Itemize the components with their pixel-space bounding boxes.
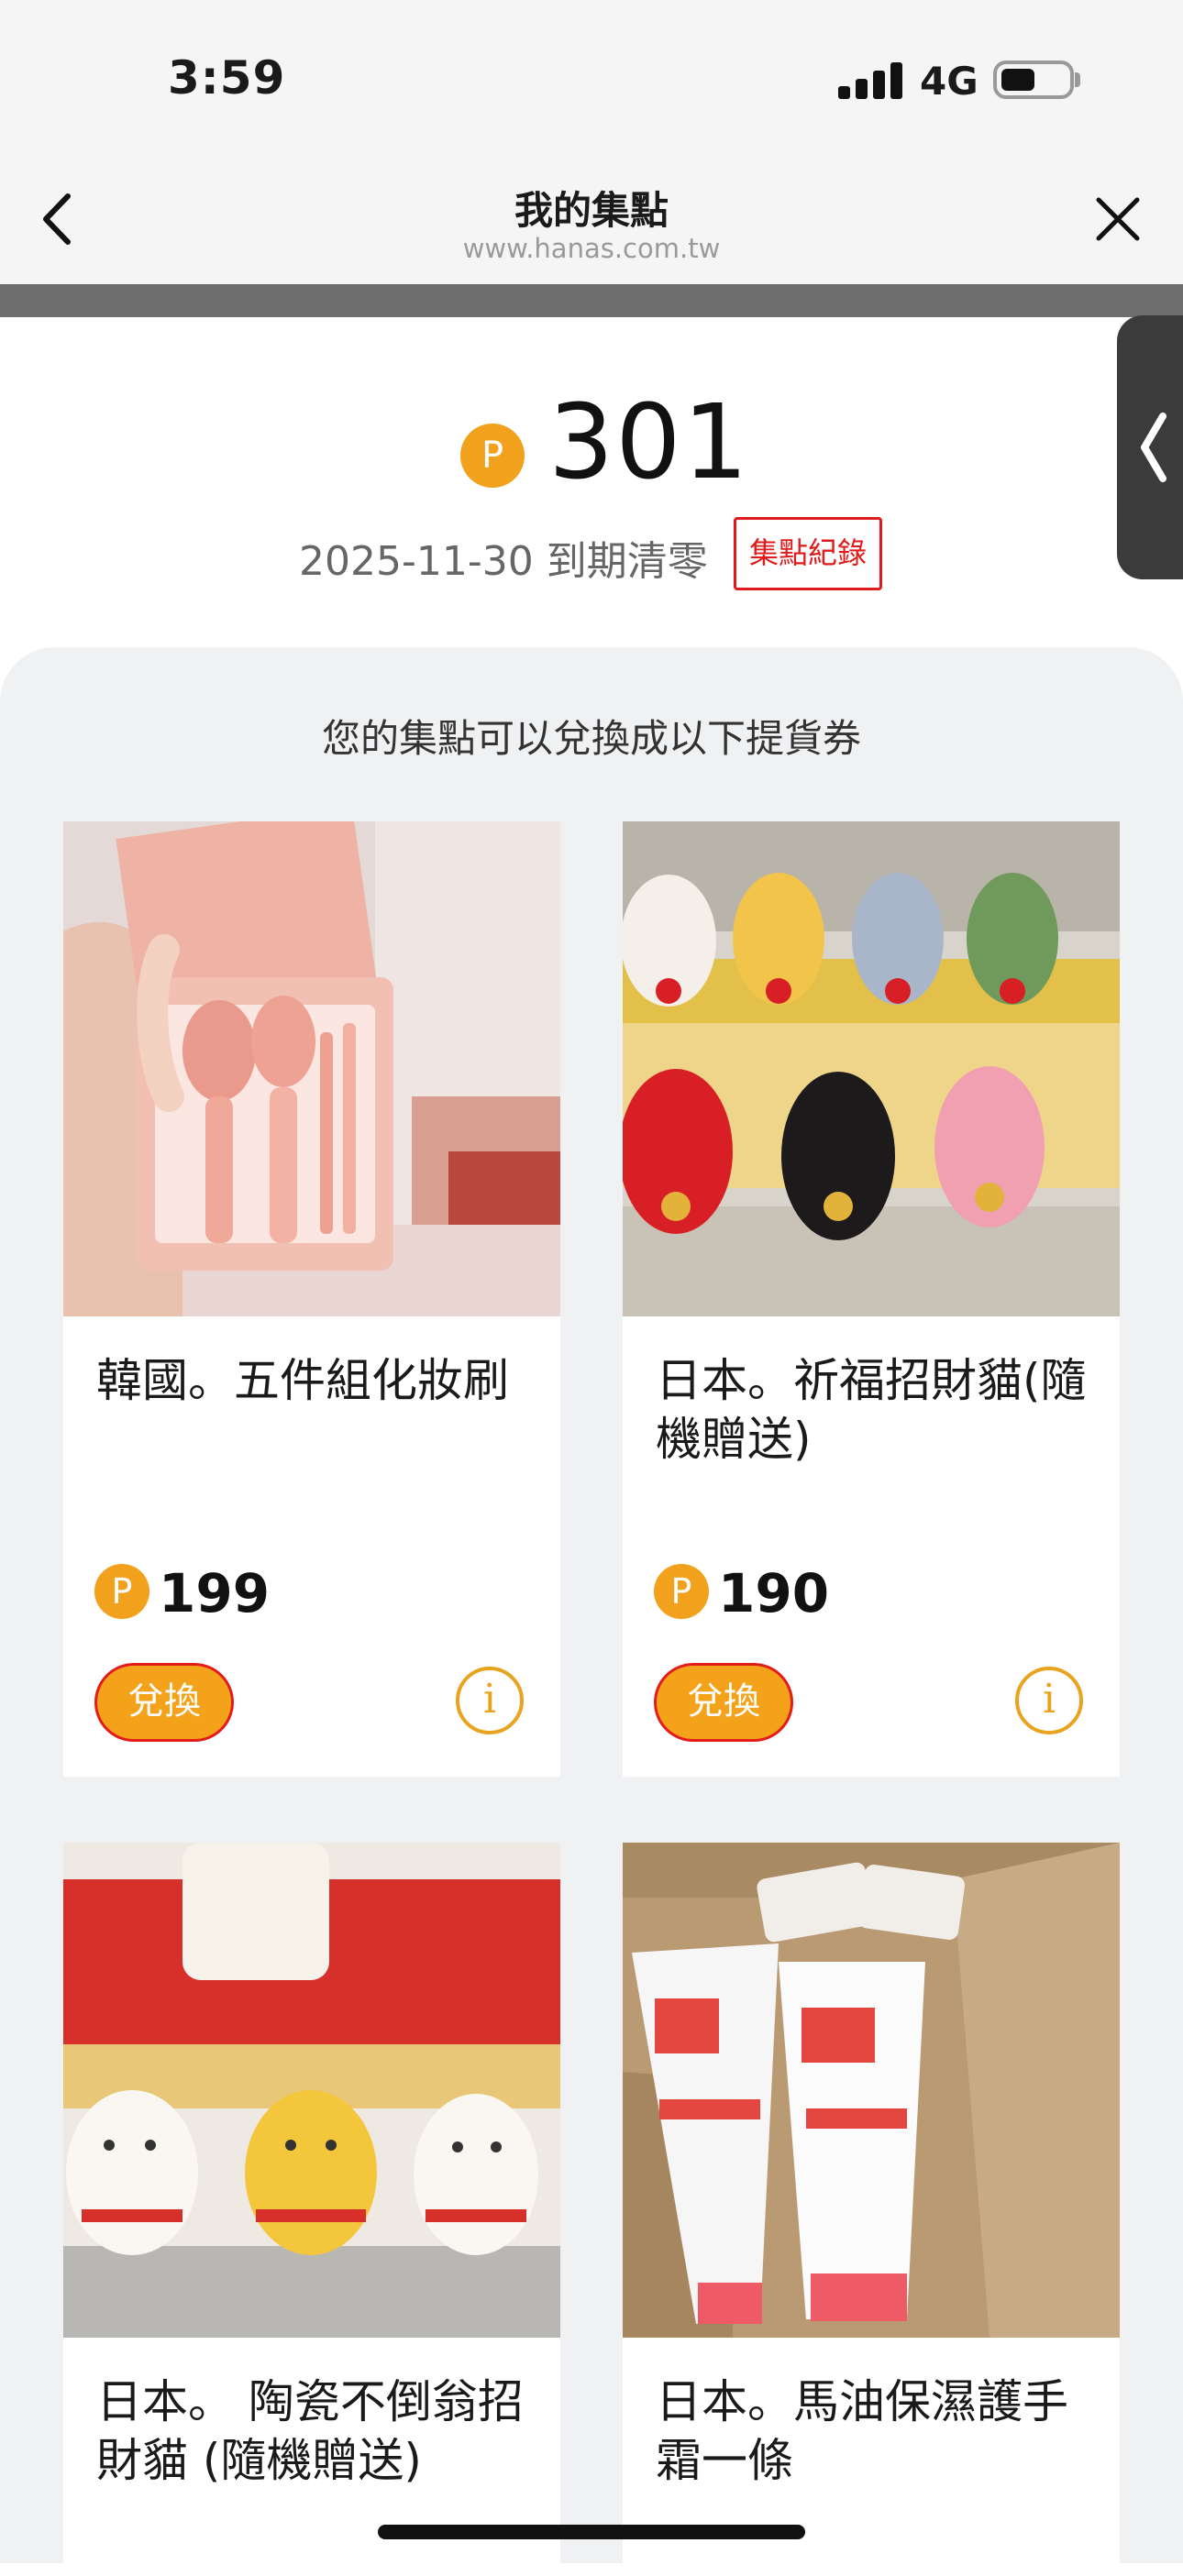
product-image-lucky-cats[interactable] bbox=[623, 821, 1120, 1316]
points-record-button[interactable]: 集點紀錄 bbox=[734, 517, 882, 590]
points-coin-icon: P bbox=[654, 1564, 709, 1619]
voucher-list-panel: 您的集點可以兌換成以下提貨券 韓國。五件組化妝刷 P 199 兌換 i 日本。祈… bbox=[0, 647, 1183, 2576]
status-time: 3:59 bbox=[168, 51, 286, 105]
voucher-list-heading: 您的集點可以兌換成以下提貨券 bbox=[321, 716, 861, 761]
status-bar: 3:59 4G bbox=[0, 0, 1183, 156]
product-image-hand-cream[interactable] bbox=[623, 1843, 1120, 2338]
close-button[interactable] bbox=[1088, 189, 1148, 249]
page-load-strip bbox=[0, 284, 1183, 317]
redeem-button[interactable]: 兌換 bbox=[654, 1663, 793, 1742]
home-indicator[interactable] bbox=[378, 2525, 805, 2539]
voucher-card[interactable]: 韓國。五件組化妝刷 P 199 兌換 i bbox=[63, 821, 560, 1777]
network-type: 4G bbox=[920, 59, 978, 104]
product-points-price: 190 bbox=[718, 1562, 830, 1624]
close-icon bbox=[1096, 197, 1140, 241]
product-image-makeup-brush[interactable] bbox=[63, 821, 560, 1316]
nav-bar: 我的集點 www.hanas.com.tw bbox=[0, 156, 1183, 284]
product-name: 日本。 陶瓷不倒翁招財貓 (隨機贈送) bbox=[96, 2375, 524, 2487]
product-points-price: 199 bbox=[159, 1562, 271, 1624]
points-coin-icon: P bbox=[94, 1564, 149, 1619]
redeem-button[interactable]: 兌換 bbox=[94, 1663, 234, 1742]
info-icon[interactable]: i bbox=[1015, 1667, 1083, 1734]
voucher-card[interactable]: 日本。祈福招財貓(隨機贈送) P 190 兌換 i bbox=[623, 821, 1120, 1777]
battery-cap bbox=[1075, 72, 1080, 87]
product-name: 日本。馬油保濕護手霜一條 bbox=[656, 2375, 1068, 2487]
voucher-card[interactable]: 日本。 陶瓷不倒翁招財貓 (隨機贈送) bbox=[63, 1843, 560, 2576]
signal-strength-icon bbox=[838, 62, 902, 99]
side-drawer-tab[interactable] bbox=[1117, 315, 1183, 579]
product-image-daruma-cats[interactable] bbox=[63, 1843, 560, 2338]
info-icon[interactable]: i bbox=[456, 1667, 524, 1734]
side-tab-chevron-icon bbox=[1141, 413, 1166, 482]
page-url: www.hanas.com.tw bbox=[462, 233, 721, 264]
voucher-card[interactable]: 日本。馬油保濕護手霜一條 bbox=[623, 1843, 1120, 2576]
points-coin-icon: P bbox=[460, 424, 525, 488]
points-balance: 301 bbox=[548, 383, 750, 502]
page-title: 我的集點 bbox=[514, 188, 669, 233]
product-name: 日本。祈福招財貓(隨機贈送) bbox=[656, 1354, 1087, 1466]
points-expiry: 2025-11-30 到期清零 bbox=[299, 538, 708, 585]
product-name: 韓國。五件組化妝刷 bbox=[96, 1354, 509, 1407]
battery-icon bbox=[993, 61, 1074, 99]
